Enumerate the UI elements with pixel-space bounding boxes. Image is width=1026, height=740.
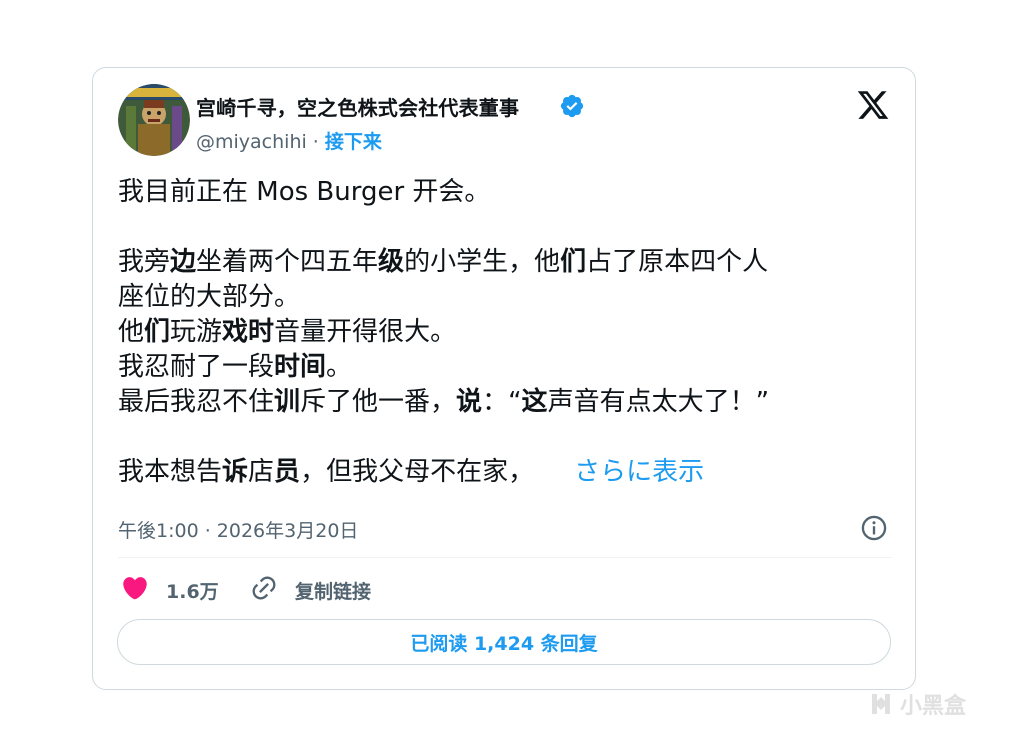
- tweet-line-7: 我本想告诉店员，但我父母不在家， さらに表示: [118, 457, 705, 487]
- show-more-link[interactable]: さらに表示: [574, 457, 704, 487]
- x-logo-icon[interactable]: [856, 88, 890, 122]
- user-handle[interactable]: @miyachihi: [196, 131, 307, 153]
- tweet-line-5: 我忍耐了一段时间。: [118, 352, 353, 382]
- avatar-image: [118, 84, 190, 156]
- avatar[interactable]: [118, 84, 190, 156]
- copy-link-button[interactable]: 复制链接: [295, 577, 371, 604]
- link-icon[interactable]: [250, 574, 278, 602]
- follow-button[interactable]: 接下来: [325, 131, 382, 153]
- tweet-line-1: 我目前正在 Mos Burger 开会。: [118, 177, 491, 207]
- display-name[interactable]: 宫崎千寻，空之色株式会社代表董事: [196, 92, 519, 121]
- tweet-line-4: 他们玩游戏时音量开得很大。: [118, 317, 457, 347]
- watermark-text: 小黑盒: [900, 694, 967, 719]
- tweet-text: 我目前正在 Mos Burger 开会。 我旁边坐着两个四五年级的小学生，他们占…: [118, 175, 888, 490]
- tweet-line-3: 座位的大部分。: [118, 282, 301, 312]
- divider: [118, 557, 892, 558]
- tweet-line-6: 最后我忍不住训斥了他一番，说：“这声音有点太大了！”: [118, 387, 770, 417]
- separator-dot: ·: [306, 131, 325, 153]
- info-icon[interactable]: [860, 514, 888, 542]
- watermark: 小黑盒: [868, 688, 966, 720]
- tweet-line-2: 我旁边坐着两个四五年级的小学生，他们占了原本四个人: [118, 247, 769, 277]
- verified-badge-icon: [560, 94, 584, 118]
- handle-line: @miyachihi · 接下来: [196, 127, 382, 154]
- tweet-timestamp[interactable]: 午後1:00 · 2026年3月20日: [118, 516, 358, 543]
- xiaoheihe-logo-icon: [872, 694, 890, 714]
- heart-icon[interactable]: [121, 574, 149, 602]
- read-replies-button[interactable]: 已阅读 1,424 条回复: [117, 619, 891, 665]
- like-count[interactable]: 1.6万: [166, 577, 219, 604]
